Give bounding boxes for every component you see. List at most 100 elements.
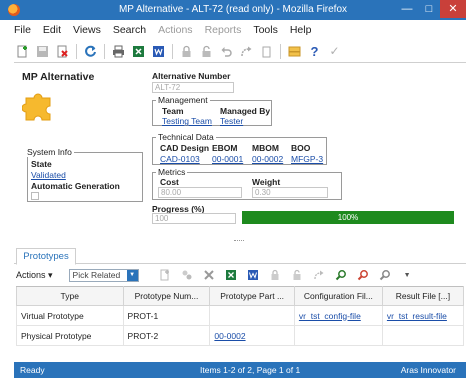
pick-related-value: Pick Related [72, 269, 121, 280]
main-toolbar: ? ✓ [14, 41, 343, 61]
grid-excel-icon[interactable] [223, 267, 240, 284]
boo-link[interactable]: MFGP-3 [291, 154, 323, 164]
boo-label: BOO [291, 143, 311, 153]
menu-search[interactable]: Search [113, 24, 146, 36]
cell-result-file-link[interactable]: vr_tst_result-file [381, 305, 465, 326]
menu-help[interactable]: Help [290, 24, 312, 36]
tab-prototypes[interactable]: Prototypes [16, 248, 76, 265]
delete-icon[interactable] [54, 43, 71, 60]
mbom-label: MBOM [252, 143, 279, 153]
relationship-toolbar: Actions ▾ Pick Related ▼ ▼ [16, 267, 416, 283]
ebom-label: EBOM [212, 143, 238, 153]
pagination-text: Items 1-2 of 2, Page 1 of 1 [200, 365, 301, 375]
progress-field[interactable]: 100 [152, 213, 236, 224]
toolbar-separator [172, 43, 173, 59]
puzzle-piece-icon [22, 93, 51, 121]
cell-prototype-part-link[interactable]: 00-0002 [209, 325, 295, 346]
cell-result-file [381, 325, 465, 346]
panel-splitter[interactable] [234, 240, 244, 242]
menu-actions[interactable]: Actions [158, 24, 192, 36]
column-header-type[interactable]: Type [16, 286, 124, 306]
status-bar: Ready Items 1-2 of 2, Page 1 of 1 Aras I… [14, 362, 466, 378]
toggle-panel-icon[interactable] [286, 43, 303, 60]
minimize-button[interactable]: — [396, 0, 418, 18]
cell-configuration-file-link[interactable]: vr_tst_config-file [293, 305, 383, 326]
table-row[interactable]: Physical Prototype PROT-2 00-0002 [16, 325, 465, 346]
close-button[interactable]: ✕ [440, 0, 466, 18]
pick-icon[interactable] [179, 267, 196, 284]
remove-row-icon[interactable] [201, 267, 218, 284]
promote-icon[interactable] [238, 43, 255, 60]
grid-unlock-icon[interactable] [289, 267, 306, 284]
done-icon[interactable]: ✓ [326, 43, 343, 60]
progress-bar: 100% [242, 211, 454, 224]
column-header-prototype-number[interactable]: Prototype Num... [122, 286, 211, 306]
refresh-icon[interactable] [82, 43, 99, 60]
menu-views[interactable]: Views [73, 24, 101, 36]
table-row[interactable]: Virtual Prototype PROT-1 vr_tst_config-f… [16, 305, 465, 326]
more-options-icon[interactable]: ▼ [399, 267, 416, 284]
menu-bar: File Edit Views Search Actions Reports T… [14, 21, 311, 39]
alternative-number-field[interactable]: ALT-72 [152, 82, 234, 93]
weight-field[interactable]: 0.30 [252, 187, 328, 198]
weight-label: Weight [252, 177, 281, 187]
find-related-icon[interactable] [333, 267, 350, 284]
state-label: State [31, 159, 52, 169]
unlock-icon[interactable] [198, 43, 215, 60]
alternative-number-label: Alternative Number [152, 71, 231, 81]
undo-icon[interactable] [218, 43, 235, 60]
cell-prototype-number: PROT-1 [122, 305, 211, 326]
state-link[interactable]: Validated [31, 170, 66, 180]
mbom-link[interactable]: 00-0002 [252, 154, 283, 164]
menu-edit[interactable]: Edit [43, 24, 61, 36]
toolbar-separator [76, 43, 77, 59]
new-item-icon[interactable] [14, 43, 31, 60]
maximize-button[interactable]: □ [418, 0, 440, 18]
automatic-generation-checkbox[interactable] [31, 192, 39, 200]
ebom-link[interactable]: 00-0001 [212, 154, 243, 164]
menu-file[interactable]: File [14, 24, 31, 36]
managed-by-label: Managed By [220, 106, 271, 116]
cell-type: Virtual Prototype [16, 305, 124, 326]
attach-icon[interactable] [258, 43, 275, 60]
progress-bar-text: 100% [337, 213, 359, 222]
column-header-prototype-part[interactable]: Prototype Part ... [209, 286, 295, 306]
status-text: Ready [20, 365, 45, 375]
team-label: Team [162, 106, 184, 116]
toolbar-separator [280, 43, 281, 59]
technical-data-legend: Technical Data [156, 132, 216, 142]
automatic-generation-label: Automatic Generation [31, 181, 120, 191]
add-row-icon[interactable] [157, 267, 174, 284]
chevron-down-icon: ▼ [126, 269, 138, 281]
search-icon[interactable] [377, 267, 394, 284]
print-icon[interactable] [110, 43, 127, 60]
clear-search-icon[interactable] [355, 267, 372, 284]
team-link[interactable]: Testing Team [162, 116, 212, 126]
column-header-configuration-file[interactable]: Configuration Fil... [293, 286, 383, 306]
save-icon[interactable] [34, 43, 51, 60]
product-name: Aras Innovator [400, 365, 456, 375]
grid-word-icon[interactable] [245, 267, 262, 284]
export-word-icon[interactable] [150, 43, 167, 60]
grid-lock-icon[interactable] [267, 267, 284, 284]
grid-promote-icon[interactable] [311, 267, 328, 284]
menu-reports[interactable]: Reports [205, 24, 242, 36]
export-excel-icon[interactable] [130, 43, 147, 60]
lock-icon[interactable] [178, 43, 195, 60]
metrics-legend: Metrics [156, 167, 188, 177]
managed-by-link[interactable]: Tester [220, 116, 243, 126]
actions-dropdown[interactable]: Actions ▾ [16, 270, 53, 281]
cell-prototype-number: PROT-2 [122, 325, 211, 346]
cost-field[interactable]: 80.00 [158, 187, 242, 198]
cad-design-link[interactable]: CAD-0103 [160, 154, 200, 164]
cell-type: Physical Prototype [16, 325, 124, 346]
menu-tools[interactable]: Tools [253, 24, 278, 36]
cell-prototype-part [209, 305, 295, 326]
window-titlebar: MP Alternative - ALT-72 (read only) - Mo… [0, 0, 466, 20]
grid-header-row: Type Prototype Num... Prototype Part ...… [16, 286, 465, 306]
system-info-legend: System Info [25, 147, 74, 157]
help-icon[interactable]: ? [306, 43, 323, 60]
column-header-result-file[interactable]: Result File [...] [381, 286, 465, 306]
pick-related-select[interactable]: Pick Related ▼ [68, 268, 139, 282]
cost-label: Cost [160, 177, 179, 187]
